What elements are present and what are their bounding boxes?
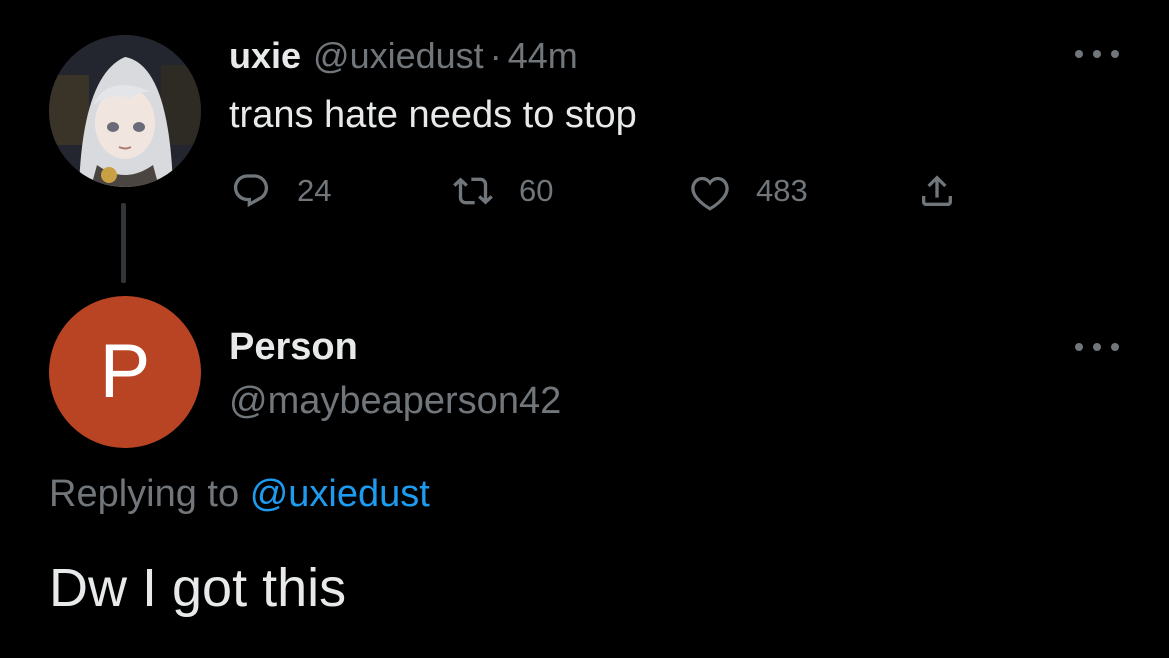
more-dots-icon — [1075, 50, 1083, 58]
tweet-header: uxie @uxiedust · 44m — [229, 34, 578, 78]
retweet-button[interactable]: 60 — [453, 166, 553, 216]
replying-label: Replying to — [49, 473, 240, 515]
reply-button[interactable]: 24 — [231, 166, 331, 216]
tweet-text: trans hate needs to stop — [229, 94, 637, 136]
avatar[interactable]: P — [49, 296, 201, 448]
share-button[interactable] — [917, 166, 957, 216]
user-handle[interactable]: @uxiedust — [313, 34, 484, 78]
display-name[interactable]: Person — [229, 324, 358, 370]
speech-bubble-icon — [233, 174, 269, 208]
separator-dot: · — [489, 35, 502, 76]
share-upload-icon — [922, 175, 952, 206]
tweet-text: Dw I got this — [49, 558, 347, 618]
replying-to-line: Replying to @uxiedust — [49, 471, 430, 517]
avatar-letter: P — [99, 329, 151, 414]
reply-count: 24 — [297, 173, 332, 208]
like-button[interactable]: 483 — [690, 166, 808, 216]
avatar[interactable] — [49, 35, 201, 187]
display-name[interactable]: uxie — [229, 34, 301, 78]
more-dots-icon — [1075, 343, 1083, 351]
retweet-count: 60 — [519, 173, 554, 208]
thread-connector-line — [121, 203, 126, 283]
heart-icon — [691, 176, 729, 211]
more-options-button[interactable] — [1075, 46, 1119, 62]
mention-link[interactable]: @uxiedust — [250, 473, 430, 515]
retweet-arrows-icon — [453, 177, 493, 205]
tweet-timestamp[interactable]: 44m — [508, 34, 578, 78]
like-count: 483 — [756, 173, 808, 208]
anime-avatar-image — [49, 35, 201, 187]
more-options-button[interactable] — [1075, 339, 1119, 355]
user-handle[interactable]: @maybeaperson42 — [229, 378, 561, 424]
